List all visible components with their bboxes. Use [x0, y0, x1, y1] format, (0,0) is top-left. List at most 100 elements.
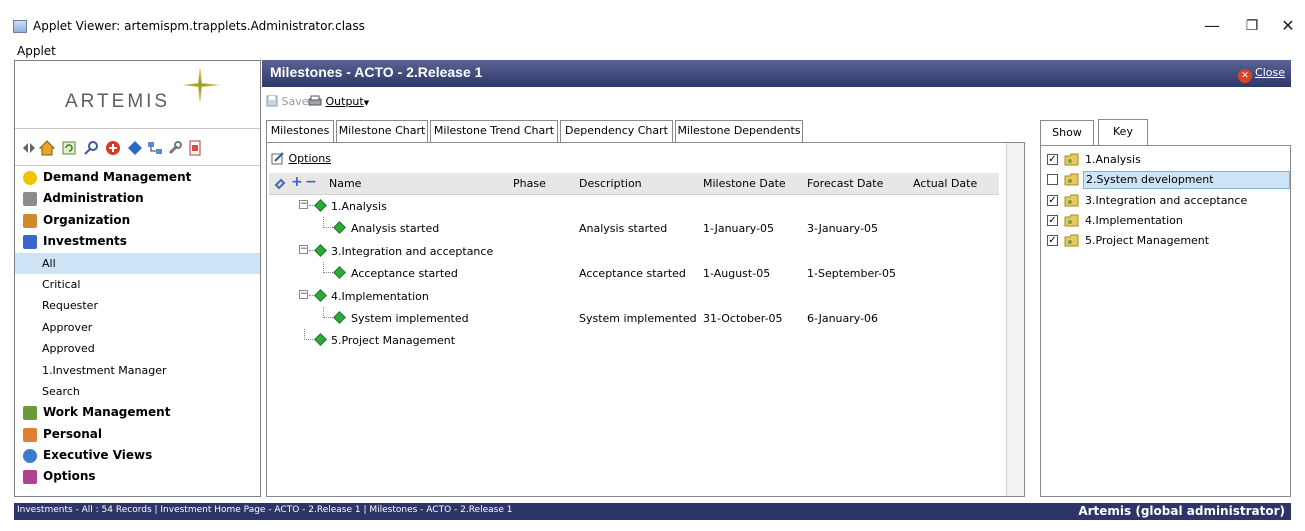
tab-milestone-chart[interactable]: Milestone Chart	[336, 120, 428, 142]
report-icon[interactable]	[187, 140, 203, 156]
phase-checkbox[interactable]	[1047, 174, 1058, 186]
milestone-diamond-icon	[333, 221, 346, 235]
table-row[interactable]: − 4.Implementation	[269, 285, 999, 307]
search-icon[interactable]	[83, 140, 99, 156]
nav-item-requester[interactable]: Requester	[15, 295, 260, 316]
nav-item-critical[interactable]: Critical	[15, 274, 260, 295]
close-button[interactable]: ✕ Close	[1238, 66, 1285, 83]
add-row-icon[interactable]: +	[291, 174, 303, 190]
menu-bar: Applet	[0, 42, 1305, 60]
printer-icon	[308, 95, 322, 106]
phase-checkbox[interactable]: ✓	[1047, 214, 1058, 226]
nav-item-label: Requester	[42, 299, 98, 313]
nav-item-demand-management[interactable]: Demand Management	[15, 167, 260, 188]
tab-milestone-dependents[interactable]: Milestone Dependents	[675, 120, 803, 142]
minimize-button[interactable]: —	[1190, 14, 1234, 38]
status-bar: Investments - All : 54 Records | Investm…	[14, 503, 1291, 520]
tree-connector	[323, 272, 333, 274]
phase-folder-icon	[1064, 234, 1080, 247]
phase-checkbox[interactable]: ✓	[1047, 194, 1058, 206]
save-label: Save	[281, 95, 309, 108]
nav-item-executive-views[interactable]: Executive Views	[15, 445, 260, 466]
vertical-scrollbar[interactable]	[1006, 143, 1024, 496]
nav-item-label: Investments	[43, 234, 127, 249]
phase-filter-panel: ✓ 1.Analysis 2.System development ✓ 3.Integr…	[1040, 145, 1291, 497]
add-icon[interactable]	[105, 140, 121, 156]
nav-item-work-management[interactable]: Work Management	[15, 402, 260, 423]
options-icon	[23, 470, 37, 485]
nav-item-search[interactable]: Search	[15, 381, 260, 402]
cell-milestone-date: 31-October-05	[703, 311, 783, 325]
globe-icon	[23, 449, 37, 464]
table-row[interactable]: − 3.Integration and acceptance	[269, 240, 999, 262]
tab-milestone-trend-chart[interactable]: Milestone Trend Chart	[430, 120, 558, 142]
left-nav-panel: ARTEMIS Demand Management Administration O…	[14, 60, 261, 497]
cell-name: 5.Project Management	[331, 334, 456, 348]
cell-name: 4.Implementation	[331, 289, 429, 303]
table-row[interactable]: Acceptance started Acceptance started 1-Au…	[269, 262, 999, 284]
options-button[interactable]: Options	[271, 151, 331, 171]
collapse-toggle-icon[interactable]: −	[299, 244, 308, 254]
remove-row-icon[interactable]: −	[305, 174, 317, 190]
status-user: Artemis (global administrator)	[1078, 504, 1285, 518]
cell-name: 1.Analysis	[331, 200, 387, 213]
nav-item-organization[interactable]: Organization	[15, 210, 260, 231]
table-row[interactable]: 5.Project Management	[269, 329, 999, 351]
link-icon[interactable]	[273, 177, 287, 191]
phase-checkbox[interactable]: ✓	[1047, 235, 1058, 247]
collapse-toggle-icon[interactable]: −	[299, 289, 308, 299]
work-icon	[23, 406, 37, 421]
column-header[interactable]: Name	[329, 177, 361, 190]
nav-item-approver[interactable]: Approver	[15, 317, 260, 338]
close-window-button[interactable]: ✕	[1266, 14, 1305, 38]
table-row[interactable]: − 1.Analysis	[269, 195, 999, 217]
refresh-icon[interactable]	[61, 140, 77, 156]
cell-description: System implemented	[579, 311, 697, 325]
milestone-diamond-icon	[333, 266, 346, 280]
nav-toolbar	[15, 130, 260, 166]
cell-forecast-date: 3-January-05	[807, 222, 879, 236]
investment-icon[interactable]	[127, 140, 143, 156]
cell-name: 3.Integration and acceptance	[331, 244, 494, 258]
nav-item-options[interactable]: Options	[15, 466, 260, 487]
nav-item-1-investment-manager[interactable]: 1.Investment Manager	[15, 360, 260, 381]
milestones-grid-panel: Options + − Name Phase Description Mileston…	[266, 142, 1025, 497]
menu-applet[interactable]: Applet	[17, 44, 56, 58]
home-icon[interactable]	[39, 140, 55, 156]
back-forward-icon[interactable]	[21, 140, 37, 156]
table-row[interactable]: Analysis started Analysis started 1-Januar…	[269, 217, 999, 239]
column-header[interactable]: Forecast Date	[807, 177, 883, 190]
phase-checkbox[interactable]: ✓	[1047, 154, 1058, 165]
close-icon: ✕	[1238, 69, 1253, 83]
phase-folder-icon	[1064, 214, 1080, 227]
column-header[interactable]: Actual Date	[913, 177, 977, 190]
tab-show[interactable]: Show	[1040, 120, 1094, 146]
milestone-diamond-icon	[314, 243, 327, 257]
column-header[interactable]: Description	[579, 177, 642, 190]
grid-header: + − Name Phase Description Milestone Date Fo…	[269, 173, 999, 195]
tab-key[interactable]: Key	[1098, 119, 1148, 146]
nav-item-administration[interactable]: Administration	[15, 188, 260, 209]
phase-folder-icon	[1064, 194, 1080, 207]
tab-dependency-chart[interactable]: Dependency Chart	[560, 120, 673, 142]
nav-item-personal[interactable]: Personal	[15, 424, 260, 445]
nav-item-approved[interactable]: Approved	[15, 338, 260, 359]
nav-item-label: Personal	[43, 426, 102, 441]
tools-icon[interactable]	[167, 140, 183, 156]
phase-label: 1.Analysis	[1085, 153, 1141, 166]
output-button[interactable]: Output▼	[308, 95, 369, 108]
milestones-header: Milestones - ACTO - 2.Release 1 ✕ Close	[262, 60, 1291, 87]
column-header[interactable]: Milestone Date	[703, 177, 786, 190]
options-label: Options	[288, 152, 331, 165]
table-row[interactable]: System implemented System implemented 31-O…	[269, 306, 999, 329]
save-button[interactable]: Save	[266, 95, 309, 108]
cell-milestone-date: 1-August-05	[703, 267, 771, 281]
hierarchy-icon[interactable]	[147, 140, 163, 156]
nav-item-investments[interactable]: Investments	[15, 231, 260, 252]
edit-options-icon	[271, 152, 284, 165]
milestone-diamond-icon	[314, 288, 327, 302]
nav-item-all[interactable]: All	[15, 252, 260, 274]
collapse-toggle-icon[interactable]: −	[299, 200, 308, 209]
lightbulb-icon	[23, 171, 37, 185]
column-header[interactable]: Phase	[513, 177, 546, 190]
